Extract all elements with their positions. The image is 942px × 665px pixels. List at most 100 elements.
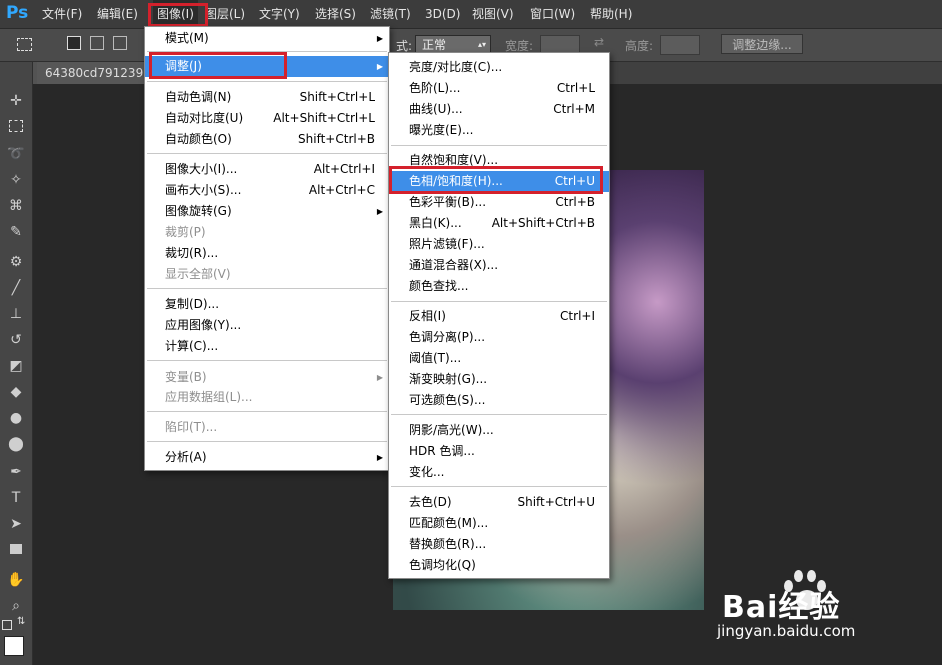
menu-view[interactable]: 视图(V) — [472, 0, 514, 28]
menu-item-equalize[interactable]: 色调均化(Q) — [389, 555, 609, 576]
menu-3d[interactable]: 3D(D) — [425, 0, 460, 28]
shape-tool-icon[interactable] — [4, 539, 28, 561]
menu-item-threshold[interactable]: 阈值(T)... — [389, 348, 609, 369]
menu-item-crop: 裁剪(P) — [165, 225, 206, 239]
type-tool-icon[interactable]: T — [4, 487, 28, 509]
hand-tool-icon[interactable]: ✋ — [4, 569, 28, 591]
menu-separator — [147, 441, 387, 442]
height-input[interactable] — [660, 35, 700, 55]
menu-item-variations[interactable]: 变化... — [389, 462, 609, 483]
move-tool-icon[interactable]: ✛ — [4, 90, 28, 112]
document-tab[interactable]: 64380cd7912397 — [37, 62, 159, 84]
menu-item-image-size[interactable]: 图像大小(I)... Alt+Ctrl+I — [145, 159, 389, 180]
menu-item-desaturate[interactable]: 去色(D) Shift+Ctrl+U — [389, 492, 609, 513]
magic-wand-icon[interactable]: ✧ — [4, 169, 28, 191]
menu-type[interactable]: 文字(Y) — [259, 0, 300, 28]
stamp-tool-icon[interactable]: ⊥ — [4, 303, 28, 325]
menu-item-auto-tone[interactable]: 自动色调(N) Shift+Ctrl+L — [145, 87, 389, 108]
swap-colors-icon[interactable]: ⇅ — [17, 616, 25, 627]
eyedropper-icon[interactable]: ✎ — [4, 221, 28, 243]
history-brush-icon[interactable]: ↺ — [4, 329, 28, 351]
menu-item-apply-image[interactable]: 应用图像(Y)... — [145, 315, 389, 336]
submenu-arrow-icon: ▶ — [376, 373, 383, 382]
menu-item-auto-contrast[interactable]: 自动对比度(U) Alt+Shift+Ctrl+L — [145, 108, 389, 129]
menu-item-invert[interactable]: 反相(I) Ctrl+I — [389, 306, 609, 327]
menu-item-match-color[interactable]: 匹配颜色(M)... — [389, 513, 609, 534]
menu-separator — [147, 360, 387, 361]
menu-filter[interactable]: 滤镜(T) — [370, 0, 411, 28]
menu-item-shadows-highlights[interactable]: 阴影/高光(W)... — [389, 420, 609, 441]
menu-item-image-rotation[interactable]: 图像旋转(G) ▶ — [145, 201, 389, 222]
menu-item-canvas-size[interactable]: 画布大小(S)... Alt+Ctrl+C — [145, 180, 389, 201]
tools-panel: ✛ ➰ ✧ ⌘ ✎ ⚙ ╱ ⊥ ↺ ◩ ◆ ● ⬤ ✒ T ➤ ✋ ⌕ ⇅ — [0, 62, 33, 665]
default-colors-icon[interactable] — [2, 620, 12, 630]
menu-item-curves[interactable]: 曲线(U)... Ctrl+M — [389, 99, 609, 120]
menu-separator — [147, 81, 387, 82]
new-selection-icon[interactable] — [67, 36, 81, 50]
paint-bucket-icon[interactable]: ◆ — [4, 381, 28, 403]
menu-separator — [391, 486, 607, 487]
menu-separator — [391, 301, 607, 302]
lasso-tool-icon[interactable]: ➰ — [4, 143, 28, 165]
watermark-brand: Bai经验 — [722, 590, 841, 625]
photoshop-logo: Ps — [6, 3, 29, 23]
refine-edge-button[interactable]: 调整边缘... — [721, 34, 803, 54]
menu-window[interactable]: 窗口(W) — [530, 0, 575, 28]
menu-select[interactable]: 选择(S) — [315, 0, 356, 28]
menu-item-duplicate[interactable]: 复制(D)... — [145, 294, 389, 315]
menu-item-reveal-all: 显示全部(V) — [165, 267, 231, 281]
menu-item-color-balance[interactable]: 色彩平衡(B)... Ctrl+B — [389, 192, 609, 213]
menu-file[interactable]: 文件(F) — [42, 0, 82, 28]
menu-item-analysis[interactable]: 分析(A) ▶ — [145, 447, 389, 468]
foreground-color-swatch[interactable] — [4, 636, 24, 656]
menu-edit[interactable]: 编辑(E) — [97, 0, 138, 28]
menu-item-exposure[interactable]: 曝光度(E)... — [389, 120, 609, 141]
menu-item-photo-filter[interactable]: 照片滤镜(F)... — [389, 234, 609, 255]
submenu-arrow-icon: ▶ — [376, 453, 383, 462]
swap-icon[interactable]: ⇄ — [594, 35, 604, 49]
menu-item-posterize[interactable]: 色调分离(P)... — [389, 327, 609, 348]
menu-item-trim[interactable]: 裁切(R)... — [145, 243, 389, 264]
menu-item-trap: 陷印(T)... — [165, 420, 218, 434]
style-select[interactable]: 正常 ▴▾ — [415, 35, 491, 53]
menu-item-selective-color[interactable]: 可选颜色(S)... — [389, 390, 609, 411]
annotation-box-image-menu — [148, 3, 208, 27]
style-select-value: 正常 — [422, 38, 447, 52]
menu-item-replace-color[interactable]: 替换颜色(R)... — [389, 534, 609, 555]
menu-item-hdr-toning[interactable]: HDR 色调... — [389, 441, 609, 462]
adjustments-submenu: 亮度/对比度(C)... 色阶(L)... Ctrl+L 曲线(U)... Ctrl… — [388, 52, 610, 579]
menu-layer[interactable]: 图层(L) — [205, 0, 245, 28]
crop-tool-icon[interactable]: ⌘ — [4, 195, 28, 217]
menu-item-apply-data-set: 应用数据组(L)... — [165, 390, 253, 404]
path-select-icon[interactable]: ➤ — [4, 513, 28, 535]
add-selection-icon[interactable] — [90, 36, 104, 50]
menu-item-channel-mixer[interactable]: 通道混合器(X)... — [389, 255, 609, 276]
menu-item-color-lookup[interactable]: 颜色查找... — [389, 276, 609, 297]
height-label: 高度: — [625, 39, 654, 53]
brush-tool-icon[interactable]: ╱ — [4, 277, 28, 299]
menu-item-auto-color[interactable]: 自动颜色(O) Shift+Ctrl+B — [145, 129, 389, 150]
healing-brush-icon[interactable]: ⚙ — [4, 251, 28, 273]
menu-item-gradient-map[interactable]: 渐变映射(G)... — [389, 369, 609, 390]
menu-item-brightness-contrast[interactable]: 亮度/对比度(C)... — [389, 57, 609, 78]
menu-separator — [391, 414, 607, 415]
zoom-tool-icon[interactable]: ⌕ — [4, 595, 28, 617]
eraser-tool-icon[interactable]: ◩ — [4, 355, 28, 377]
menu-item-mode[interactable]: 模式(M) ▶ — [145, 28, 389, 49]
marquee-tool-icon[interactable] — [17, 38, 32, 51]
submenu-arrow-icon: ▶ — [376, 62, 383, 71]
menu-help[interactable]: 帮助(H) — [590, 0, 632, 28]
menu-separator — [147, 153, 387, 154]
dodge-tool-icon[interactable]: ⬤ — [4, 433, 28, 455]
subtract-selection-icon[interactable] — [113, 36, 127, 50]
menu-item-levels[interactable]: 色阶(L)... Ctrl+L — [389, 78, 609, 99]
blur-tool-icon[interactable]: ● — [4, 407, 28, 429]
menu-separator — [147, 288, 387, 289]
menu-separator — [147, 411, 387, 412]
marquee-tool-icon[interactable] — [4, 117, 28, 139]
annotation-box-hue-saturation — [389, 166, 603, 194]
menu-separator — [391, 145, 607, 146]
menu-item-black-white[interactable]: 黑白(K)... Alt+Shift+Ctrl+B — [389, 213, 609, 234]
pen-tool-icon[interactable]: ✒ — [4, 461, 28, 483]
menu-item-calculations[interactable]: 计算(C)... — [145, 336, 389, 357]
